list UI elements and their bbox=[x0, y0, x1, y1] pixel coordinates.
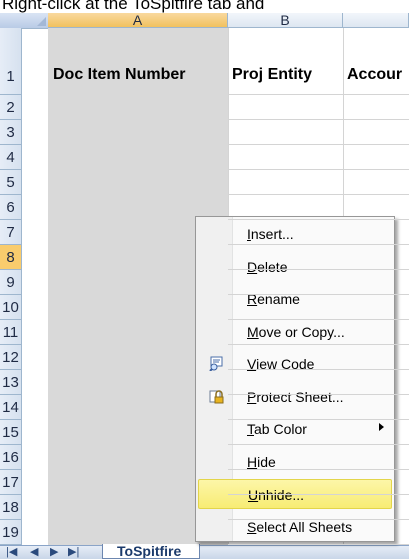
row-header[interactable]: 16 bbox=[0, 445, 22, 470]
row-header[interactable]: 1 bbox=[0, 28, 22, 95]
menu-item-label: Hide bbox=[247, 453, 276, 470]
previous-sheet-icon[interactable]: ◀ bbox=[30, 546, 38, 559]
header-cell-account[interactable]: Accour bbox=[347, 66, 402, 84]
protect-sheet-icon bbox=[209, 388, 225, 404]
gridline bbox=[228, 144, 409, 145]
column-header-c[interactable] bbox=[343, 13, 409, 28]
column-header-a[interactable]: A bbox=[48, 13, 228, 28]
header-cell-doc-item-number[interactable]: Doc Item Number bbox=[53, 66, 185, 84]
menu-item-hide[interactable]: Hide bbox=[198, 447, 392, 477]
menu-item-view-code[interactable]: View Code bbox=[198, 349, 392, 379]
row-header[interactable]: 8 bbox=[0, 245, 22, 270]
menu-item-select-all-sheets[interactable]: Select All Sheets bbox=[198, 512, 392, 542]
gridline bbox=[228, 94, 409, 95]
column-header-b[interactable]: B bbox=[228, 13, 343, 28]
gridline bbox=[228, 319, 409, 320]
gridline bbox=[228, 369, 409, 370]
row-header[interactable]: 5 bbox=[0, 170, 22, 195]
menu-item-rename[interactable]: Rename bbox=[198, 284, 392, 314]
row-header[interactable]: 12 bbox=[0, 345, 22, 370]
menu-item-label: Unhide... bbox=[248, 487, 305, 503]
row-header[interactable]: 15 bbox=[0, 420, 22, 445]
row-header[interactable]: 7 bbox=[0, 220, 22, 245]
row-header[interactable]: 9 bbox=[0, 270, 22, 295]
row-header[interactable]: 10 bbox=[0, 295, 22, 320]
select-all-corner[interactable] bbox=[0, 13, 49, 29]
header-cell-proj-entity[interactable]: Proj Entity bbox=[232, 66, 312, 84]
menu-item-label: Tab Color bbox=[247, 421, 307, 437]
menu-item-label: Delete bbox=[247, 258, 288, 275]
gridline bbox=[228, 119, 409, 120]
gridline bbox=[228, 344, 409, 345]
row-header[interactable]: 17 bbox=[0, 470, 22, 495]
column-header-row: A B bbox=[0, 13, 409, 29]
submenu-arrow-icon bbox=[379, 423, 384, 431]
gridline bbox=[228, 269, 409, 270]
next-sheet-icon[interactable]: ▶ bbox=[50, 546, 58, 559]
row-header[interactable]: 19 bbox=[0, 520, 22, 545]
gridline bbox=[228, 219, 409, 220]
view-code-icon bbox=[209, 355, 225, 372]
gridline bbox=[228, 544, 409, 545]
sheet-tab-bar: |◀ ◀ ▶ ▶| ToSpitfire bbox=[0, 544, 409, 559]
gridline bbox=[228, 494, 409, 495]
gridline bbox=[228, 419, 409, 420]
gridline bbox=[228, 169, 409, 170]
menu-item-label: Insert... bbox=[247, 226, 294, 242]
select-all-triangle-icon bbox=[37, 17, 46, 26]
gridline bbox=[228, 294, 409, 295]
menu-item-label: Select All Sheets bbox=[247, 518, 353, 535]
menu-item-protect-sheet[interactable]: Protect Sheet... bbox=[198, 382, 392, 412]
menu-item-move-or-copy[interactable]: Move or Copy... bbox=[198, 317, 392, 347]
gridline bbox=[228, 244, 409, 245]
row-header[interactable]: 13 bbox=[0, 370, 22, 395]
row-header[interactable]: 6 bbox=[0, 195, 22, 220]
first-sheet-icon[interactable]: |◀ bbox=[6, 546, 17, 559]
menu-item-delete[interactable]: Delete bbox=[198, 252, 392, 282]
row-header[interactable]: 11 bbox=[0, 320, 22, 345]
row-header[interactable]: 2 bbox=[0, 95, 22, 120]
gridline bbox=[228, 394, 409, 395]
gridline bbox=[228, 194, 409, 195]
gridline bbox=[228, 519, 409, 520]
row-header[interactable]: 3 bbox=[0, 120, 22, 145]
row-header[interactable]: 4 bbox=[0, 145, 22, 170]
last-sheet-icon[interactable]: ▶| bbox=[68, 546, 79, 559]
gridline bbox=[228, 444, 409, 445]
row-header[interactable]: 18 bbox=[0, 495, 22, 520]
menu-item-label: Protect Sheet... bbox=[247, 388, 344, 405]
row-header[interactable]: 14 bbox=[0, 395, 22, 420]
menu-item-label: Move or Copy... bbox=[247, 323, 345, 340]
sheet-tab-tospitfire[interactable]: ToSpitfire bbox=[102, 544, 200, 559]
gridline bbox=[228, 469, 409, 470]
